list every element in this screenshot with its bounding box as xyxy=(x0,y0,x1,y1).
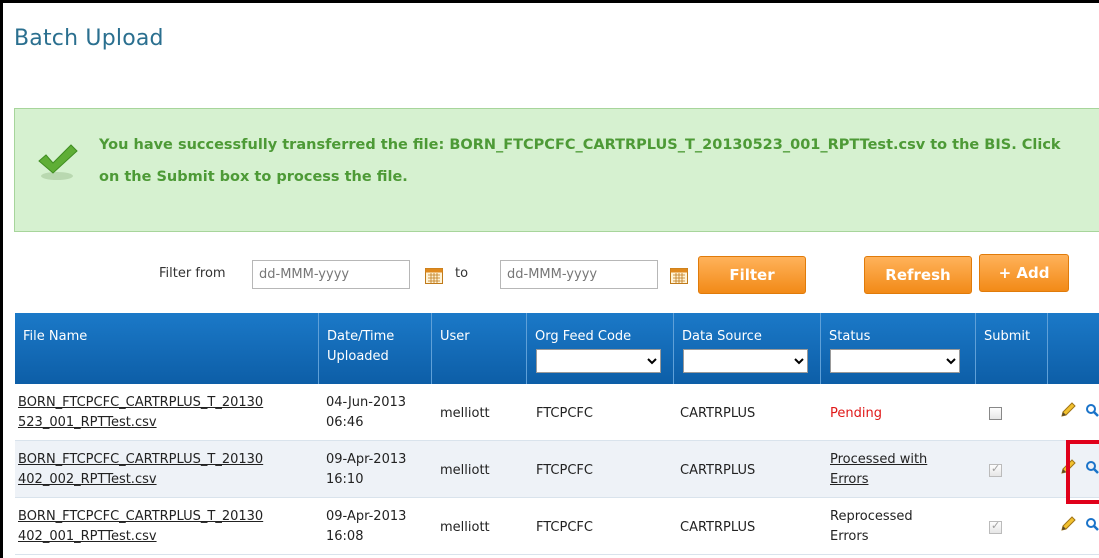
file-name-line1[interactable]: BORN_FTCPCFC_CARTRPLUS_T_20130 xyxy=(18,393,308,413)
data-source-dropdown[interactable] xyxy=(683,349,808,373)
calendar-from-icon[interactable] xyxy=(425,268,443,284)
file-name-line2[interactable]: 402_001_RPTTest.csv xyxy=(18,527,308,547)
alert-message: You have successfully transferred the fi… xyxy=(99,137,1061,185)
success-alert: You have successfully transferred the fi… xyxy=(14,108,1099,232)
status-line1[interactable]: Processed with xyxy=(830,450,927,470)
col-data-source-label[interactable]: Data Source xyxy=(682,329,762,344)
table-row: BORN_FTCPCFC_CARTRPLUS_T_20130 523_001_R… xyxy=(15,384,1099,441)
submit-checkbox[interactable] xyxy=(989,519,1002,534)
user-cell: melliott xyxy=(440,463,490,478)
col-data-source: Data Source xyxy=(674,313,821,384)
org-feed-code-cell: FTCPCFC xyxy=(536,463,593,478)
col-date-uploaded[interactable]: Date/Time Uploaded xyxy=(319,313,432,384)
frame-border-top xyxy=(0,0,1099,3)
filter-to-label: to xyxy=(455,266,469,281)
date-line1: 09-Apr-2013 xyxy=(326,452,407,467)
filter-from-input[interactable] xyxy=(252,260,410,289)
filter-button[interactable]: Filter xyxy=(698,256,806,294)
date-uploaded: 09-Apr-2013 16:08 xyxy=(326,507,426,547)
data-source-cell: CARTRPLUS xyxy=(680,406,756,421)
date-line2: 16:08 xyxy=(326,529,364,544)
col-user[interactable]: User xyxy=(432,313,527,384)
table-row: BORN_FTCPCFC_CARTRPLUS_T_20130 402_002_R… xyxy=(15,441,1099,498)
status-line2[interactable]: Errors xyxy=(830,470,927,490)
col-org-feed-code: Org Feed Code xyxy=(527,313,674,384)
submit-checkbox[interactable] xyxy=(989,462,1002,477)
refresh-button[interactable]: Refresh xyxy=(864,256,972,294)
data-source-cell: CARTRPLUS xyxy=(680,463,756,478)
date-line1: 09-Apr-2013 xyxy=(326,509,407,524)
filter-from-label: Filter from xyxy=(159,266,226,281)
date-line2: 16:10 xyxy=(326,472,364,487)
col-actions xyxy=(1048,313,1099,384)
filter-to-input[interactable] xyxy=(500,260,658,289)
date-line1: 04-Jun-2013 xyxy=(326,395,407,410)
data-source-cell: CARTRPLUS xyxy=(680,520,756,535)
col-file-name[interactable]: File Name xyxy=(15,313,319,384)
page-title: Batch Upload xyxy=(14,26,164,51)
status-link[interactable]: Processed with Errors xyxy=(830,450,927,490)
edit-icon[interactable] xyxy=(1059,401,1077,419)
org-feed-code-dropdown[interactable] xyxy=(536,349,661,373)
submit-checkbox[interactable] xyxy=(989,407,1002,420)
col-status-label[interactable]: Status xyxy=(829,329,870,344)
date-uploaded: 09-Apr-2013 16:10 xyxy=(326,450,426,490)
file-name-link[interactable]: BORN_FTCPCFC_CARTRPLUS_T_20130 402_001_R… xyxy=(18,507,308,547)
date-line2: 06:46 xyxy=(326,415,364,430)
status-dropdown[interactable] xyxy=(830,349,960,373)
status-line1: Reprocessed xyxy=(830,509,913,524)
table-row: BORN_FTCPCFC_CARTRPLUS_T_20130 402_001_R… xyxy=(15,498,1099,555)
col-status: Status xyxy=(821,313,976,384)
calendar-to-icon[interactable] xyxy=(670,268,688,284)
file-name-line2[interactable]: 523_001_RPTTest.csv xyxy=(18,413,308,433)
file-name-link[interactable]: BORN_FTCPCFC_CARTRPLUS_T_20130 523_001_R… xyxy=(18,393,308,433)
highlight-box xyxy=(1066,440,1099,504)
table-header: File Name Date/Time Uploaded User Org Fe… xyxy=(15,313,1099,384)
file-name-link[interactable]: BORN_FTCPCFC_CARTRPLUS_T_20130 402_002_R… xyxy=(18,450,308,490)
user-cell: melliott xyxy=(440,520,490,535)
file-name-line1[interactable]: BORN_FTCPCFC_CARTRPLUS_T_20130 xyxy=(18,507,308,527)
status-line2: Errors xyxy=(830,529,869,544)
col-org-feed-code-label[interactable]: Org Feed Code xyxy=(535,329,631,344)
edit-icon[interactable] xyxy=(1059,515,1077,533)
file-name-line2[interactable]: 402_002_RPTTest.csv xyxy=(18,470,308,490)
add-button[interactable]: + Add xyxy=(979,254,1069,292)
filter-bar: Filter from to Filter Refresh + Add xyxy=(0,254,1099,298)
col-submit[interactable]: Submit xyxy=(976,313,1048,384)
user-cell: melliott xyxy=(440,406,490,421)
status-cell: Reprocessed Errors xyxy=(830,507,913,547)
view-icon[interactable] xyxy=(1085,403,1099,417)
date-uploaded: 04-Jun-2013 06:46 xyxy=(326,393,426,433)
view-icon[interactable] xyxy=(1085,517,1099,531)
org-feed-code-cell: FTCPCFC xyxy=(536,406,593,421)
org-feed-code-cell: FTCPCFC xyxy=(536,520,593,535)
checkmark-icon xyxy=(38,144,78,180)
file-name-line1[interactable]: BORN_FTCPCFC_CARTRPLUS_T_20130 xyxy=(18,450,308,470)
status-cell: Pending xyxy=(830,406,882,421)
